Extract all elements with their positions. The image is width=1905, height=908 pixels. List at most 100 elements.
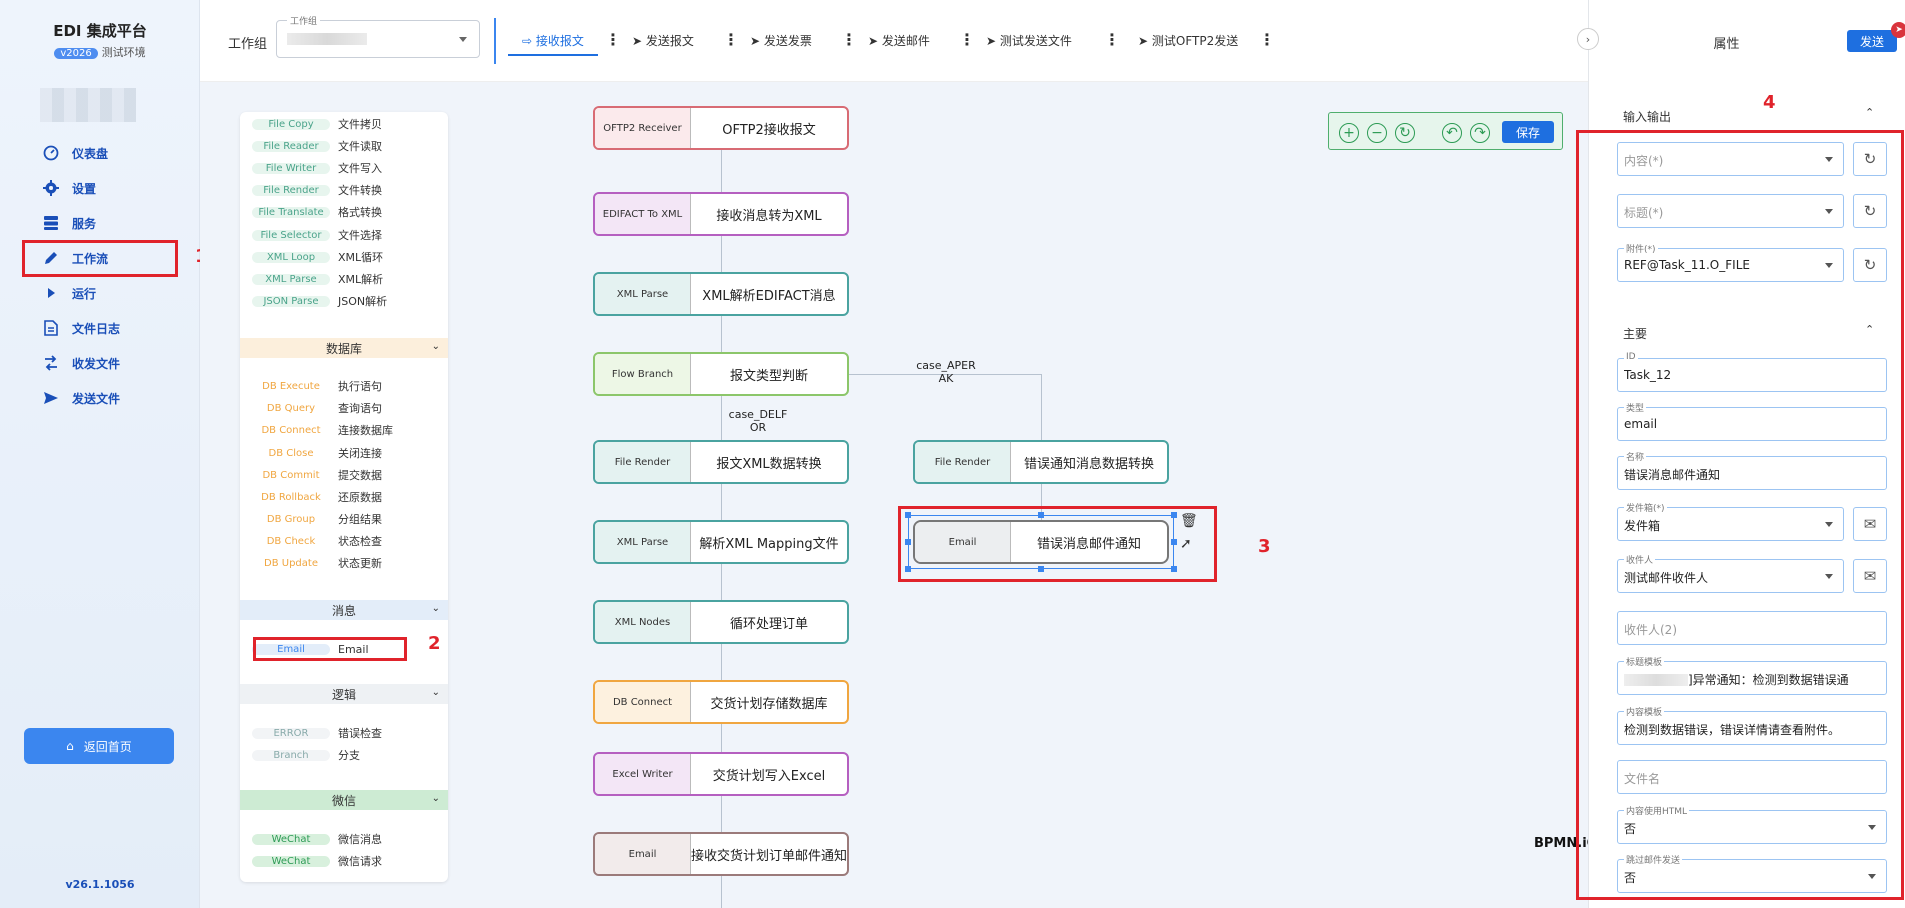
palette-tag: DB Commit xyxy=(262,469,320,481)
edge-label-case-aperak: case_APER AK xyxy=(910,359,982,385)
palette-section-logic[interactable]: 逻辑 ⌄ xyxy=(240,684,448,704)
annotation-number-4: 4 xyxy=(1763,92,1776,113)
flow-node-xml-nodes[interactable]: XML Nodes 循环处理订单 xyxy=(593,600,849,644)
sidebar-item-dashboard[interactable]: 仪表盘 xyxy=(24,138,176,168)
palette-item-db-commit[interactable]: DB Commit 提交数据 xyxy=(252,467,382,483)
palette-item-db-group[interactable]: DB Group 分组结果 xyxy=(252,511,382,527)
palette-item-db-check[interactable]: DB Check 状态检查 xyxy=(252,533,382,549)
palette-item-db-connect[interactable]: DB Connect 连接数据库 xyxy=(252,422,393,438)
send-button[interactable]: 发送 xyxy=(1847,30,1897,52)
node-type: XML Parse xyxy=(595,274,691,314)
palette-item-db-execute[interactable]: DB Execute 执行语句 xyxy=(252,378,382,394)
tab-label: 测试OFTP2发送 xyxy=(1151,34,1239,48)
palette-item-json-parse[interactable]: JSON Parse JSON解析 xyxy=(252,293,387,309)
edge-label-case-delfor: case_DELF OR xyxy=(722,408,794,434)
palette-section-database[interactable]: 数据库 ⌄ xyxy=(240,338,448,358)
sidebar-item-label: 运行 xyxy=(72,286,97,301)
transfer-icon xyxy=(42,354,60,372)
palette-label: 查询语句 xyxy=(338,402,382,415)
zoom-in-icon[interactable]: + xyxy=(1339,123,1359,143)
sidebar-item-label: 服务 xyxy=(72,216,97,231)
reset-zoom-icon[interactable]: ↻ xyxy=(1395,123,1415,143)
palette-label: 分组结果 xyxy=(338,513,382,526)
home-button[interactable]: ⌂ 返回首页 xyxy=(24,728,174,764)
palette-section-message[interactable]: 消息 ⌄ xyxy=(240,600,448,620)
flow-connector xyxy=(721,796,722,832)
palette-item-db-update[interactable]: DB Update 状态更新 xyxy=(252,555,382,571)
palette-item-xml-loop[interactable]: XML Loop XML循环 xyxy=(252,249,383,265)
sidebar-item-send-files[interactable]: 发送文件 xyxy=(24,383,176,413)
tab-more-icon[interactable]: ⋮ xyxy=(841,30,857,49)
palette-item-wechat-request[interactable]: WeChat 微信请求 xyxy=(252,853,382,869)
flow-node-xml-parse[interactable]: XML Parse XML解析EDIFACT消息 xyxy=(593,272,849,316)
palette-label: 状态检查 xyxy=(338,535,382,548)
node-label: 接收交货计划订单邮件通知 xyxy=(691,848,848,864)
palette-item-file-reader[interactable]: File Reader 文件读取 xyxy=(252,138,382,154)
undo-icon[interactable]: ↶ xyxy=(1442,123,1462,143)
chevron-up-icon[interactable]: ⌃ xyxy=(1865,106,1874,119)
palette-item-file-copy[interactable]: File Copy 文件拷贝 xyxy=(252,116,382,132)
flow-node-db-connect[interactable]: DB Connect 交货计划存储数据库 xyxy=(593,680,849,724)
save-button[interactable]: 保存 xyxy=(1502,121,1554,143)
group-select-value-redacted xyxy=(287,33,367,45)
flow-node-excel-writer[interactable]: Excel Writer 交货计划写入Excel xyxy=(593,752,849,796)
sidebar-item-run[interactable]: 运行 xyxy=(24,278,176,308)
node-type: EDIFACT To XML xyxy=(595,194,691,234)
receive-icon: ⇨ xyxy=(522,34,536,48)
tab-send-invoice[interactable]: ➤ 发送发票 xyxy=(750,32,812,56)
palette-section-wechat[interactable]: 微信 ⌄ xyxy=(240,790,448,810)
zoom-out-icon[interactable]: − xyxy=(1367,123,1387,143)
palette-item-file-selector[interactable]: File Selector 文件选择 xyxy=(252,227,382,243)
palette-item-file-translate[interactable]: File Translate 格式转换 xyxy=(252,204,382,220)
tab-send-message[interactable]: ➤ 发送报文 xyxy=(632,32,694,56)
node-type: Flow Branch xyxy=(595,354,691,394)
tab-test-oftp2-send[interactable]: ➤ 测试OFTP2发送 xyxy=(1138,32,1238,56)
flow-node-flow-branch[interactable]: Flow Branch 报文类型判断 xyxy=(593,352,849,396)
tab-receive-message[interactable]: ⇨ 接收报文 xyxy=(508,32,598,56)
palette-tag: DB Rollback xyxy=(261,491,321,503)
palette-tag: File Copy xyxy=(252,118,330,130)
sidebar-item-settings[interactable]: 设置 xyxy=(24,173,176,203)
group-select[interactable]: 工作组 xyxy=(276,14,480,58)
edge-label-text: case_APER AK xyxy=(916,359,976,385)
tab-send-email[interactable]: ➤ 发送邮件 xyxy=(868,32,930,56)
flow-node-oftp2-receiver[interactable]: OFTP2 Receiver OFTP2接收报文 xyxy=(593,106,849,150)
redo-icon[interactable]: ↷ xyxy=(1470,123,1490,143)
tab-more-icon[interactable]: ⋮ xyxy=(723,30,739,49)
tab-more-icon[interactable]: ⋮ xyxy=(605,30,621,49)
section-input-output[interactable]: 输入输出 xyxy=(1623,108,1671,125)
palette-item-error[interactable]: ERROR 错误检查 xyxy=(252,725,382,741)
tab-more-icon[interactable]: ⋮ xyxy=(1104,30,1120,49)
palette-item-file-render[interactable]: File Render 文件转换 xyxy=(252,182,382,198)
palette-item-file-writer[interactable]: File Writer 文件写入 xyxy=(252,160,382,176)
sidebar-item-file-log[interactable]: 文件日志 xyxy=(24,313,176,343)
sidebar-item-transfer-files[interactable]: 收发文件 xyxy=(24,348,176,378)
palette-item-xml-parse[interactable]: XML Parse XML解析 xyxy=(252,271,383,287)
flow-node-xml-parse-mapping[interactable]: XML Parse 解析XML Mapping文件 xyxy=(593,520,849,564)
flow-connector xyxy=(721,150,722,192)
node-type: XML Parse xyxy=(595,522,691,562)
palette-item-db-close[interactable]: DB Close 关闭连接 xyxy=(252,445,383,461)
flow-node-email-delivery[interactable]: Email 接收交货计划订单邮件通知 xyxy=(593,832,849,876)
palette-label: XML解析 xyxy=(338,273,384,286)
tab-more-icon[interactable]: ⋮ xyxy=(1259,30,1275,49)
annotation-box-4 xyxy=(1576,130,1904,900)
flow-node-file-render[interactable]: File Render 报文XML数据转换 xyxy=(593,440,849,484)
palette-item-branch[interactable]: Branch 分支 xyxy=(252,747,360,763)
palette-item-wechat-message[interactable]: WeChat 微信消息 xyxy=(252,831,382,847)
palette-label: 状态更新 xyxy=(338,557,382,570)
flow-node-file-render-error[interactable]: File Render 错误通知消息数据转换 xyxy=(913,440,1169,484)
collapse-panel-button[interactable]: › xyxy=(1577,28,1599,50)
tab-test-send-file[interactable]: ➤ 测试发送文件 xyxy=(986,32,1072,56)
tab-more-icon[interactable]: ⋮ xyxy=(959,30,975,49)
node-type: DB Connect xyxy=(595,682,691,722)
palette-item-db-query[interactable]: DB Query 查询语句 xyxy=(252,400,382,416)
flow-node-edifact-to-xml[interactable]: EDIFACT To XML 接收消息转为XML xyxy=(593,192,849,236)
gear-icon xyxy=(42,179,60,197)
palette-tag: DB Execute xyxy=(262,380,320,392)
sidebar-item-services[interactable]: 服务 xyxy=(24,208,176,238)
palette-label: 文件选择 xyxy=(338,229,382,242)
section-label: 数据库 xyxy=(325,341,362,356)
annotation-box-1 xyxy=(22,240,178,277)
palette-item-db-rollback[interactable]: DB Rollback 还原数据 xyxy=(252,489,382,505)
